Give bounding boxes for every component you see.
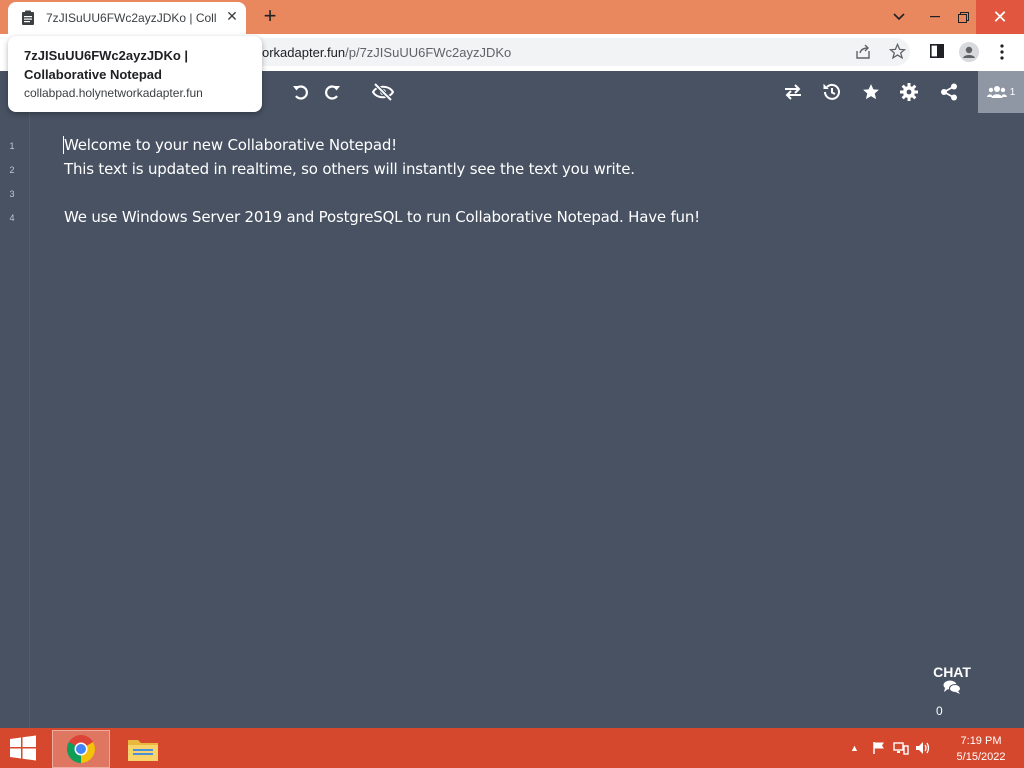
pad-editor[interactable]: Welcome to your new Collaborative Notepa… — [30, 113, 1024, 728]
tab-title: 7zJISuUU6FWc2ayzJDKo | Collab — [46, 11, 216, 25]
settings-button[interactable] — [898, 81, 920, 103]
network-icon[interactable] — [890, 728, 912, 768]
windows-start-icon[interactable] — [8, 734, 38, 762]
chat-bubbles-icon — [943, 680, 961, 694]
timeslider-button[interactable] — [821, 81, 843, 103]
share-button[interactable] — [938, 81, 960, 103]
bookmark-star-icon[interactable] — [889, 43, 906, 60]
browser-tab[interactable]: 7zJISuUU6FWc2ayzJDKo | Collab ✕ — [8, 2, 246, 34]
line-number: 4 — [9, 213, 15, 223]
save-revision-button[interactable] — [860, 81, 882, 103]
line-number-gutter: 1 2 3 4 — [0, 113, 30, 728]
hover-card-url: collabpad.holynetworkadapter.fun — [24, 86, 203, 100]
eye-slash-icon — [372, 83, 394, 101]
redo-button[interactable] — [321, 81, 343, 103]
taskbar: ▲ 7:19 PM 5/15/2022 — [0, 728, 1024, 768]
gear-icon — [900, 83, 918, 101]
tab-hover-card: 7zJISuUU6FWc2ayzJDKo | Collaborative Not… — [8, 36, 262, 112]
editor-line[interactable]: This text is updated in realtime, so oth… — [64, 160, 635, 178]
tab-search-chevron-icon[interactable] — [882, 0, 916, 34]
line-number: 3 — [9, 189, 15, 199]
tab-strip: 7zJISuUU6FWc2ayzJDKo | Collab ✕ + ✕ — [0, 0, 1024, 34]
chat-unread-count: 0 — [936, 704, 943, 718]
address-bar[interactable]: orkadapter.fun/p/7zJISuUU6FWc2ayzJDKo — [210, 38, 910, 66]
notepad-icon — [22, 10, 34, 25]
chrome-icon — [67, 735, 95, 763]
clock-date: 5/15/2022 — [956, 751, 1006, 763]
undo-icon — [293, 85, 308, 100]
tab-close-icon[interactable]: ✕ — [224, 8, 240, 24]
arrows-exchange-icon — [785, 84, 801, 100]
taskbar-chrome[interactable] — [52, 730, 110, 768]
hover-card-title: 7zJISuUU6FWc2ayzJDKo | — [24, 48, 189, 63]
new-tab-button[interactable]: + — [258, 5, 282, 29]
history-icon — [823, 83, 840, 100]
undo-button[interactable] — [290, 81, 312, 103]
chat-button[interactable]: CHAT — [926, 664, 978, 704]
action-center-flag-icon[interactable] — [868, 728, 890, 768]
url-text[interactable]: orkadapter.fun/p/7zJISuUU6FWc2ayzJDKo — [262, 45, 511, 60]
kebab-menu-icon[interactable] — [998, 44, 1006, 60]
chat-label: CHAT — [933, 664, 971, 680]
star-icon — [863, 84, 879, 100]
share-page-icon[interactable] — [855, 44, 871, 60]
volume-icon[interactable] — [912, 728, 934, 768]
folder-icon — [128, 740, 158, 761]
hide-colors-button[interactable] — [372, 81, 394, 103]
import-export-button[interactable] — [782, 81, 804, 103]
line-number: 2 — [9, 165, 15, 175]
share-icon — [941, 83, 957, 101]
side-panel-icon[interactable] — [930, 44, 944, 58]
profile-avatar[interactable] — [959, 42, 979, 62]
users-button[interactable]: 1 — [978, 71, 1024, 113]
taskbar-clock[interactable]: 7:19 PM 5/15/2022 — [944, 733, 1018, 765]
editor-line[interactable]: We use Windows Server 2019 and PostgreSQ… — [64, 208, 700, 226]
clock-time: 7:19 PM — [960, 735, 1002, 747]
redo-icon — [325, 85, 340, 100]
close-window-button[interactable]: ✕ — [976, 0, 1024, 34]
editor-line[interactable]: Welcome to your new Collaborative Notepa… — [64, 136, 397, 154]
taskbar-file-explorer[interactable] — [114, 730, 172, 768]
line-number: 1 — [9, 141, 15, 151]
users-count: 1 — [1009, 86, 1016, 98]
show-hidden-icons-chevron-icon[interactable]: ▲ — [850, 728, 864, 768]
users-icon — [986, 86, 1007, 98]
hover-card-title-line2: Collaborative Notepad — [24, 67, 162, 82]
restore-button[interactable] — [946, 0, 980, 34]
